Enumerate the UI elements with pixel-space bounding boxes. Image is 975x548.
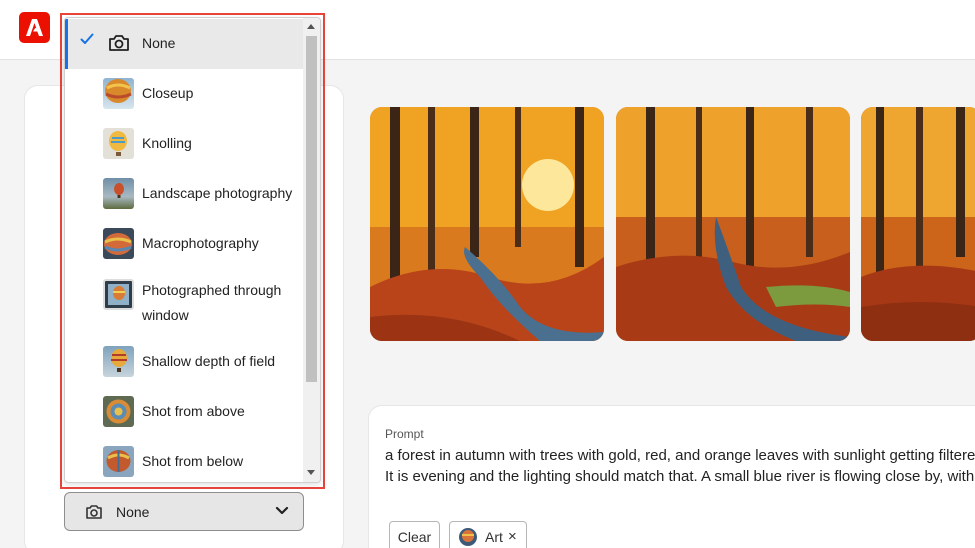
prompt-title: Prompt bbox=[385, 427, 424, 441]
prompt-text-line-1: a forest in autumn with trees with gold,… bbox=[385, 447, 975, 464]
photo-style-select[interactable]: None bbox=[64, 492, 304, 531]
menu-item-label-continued: window bbox=[142, 307, 189, 323]
prompt-panel: Prompt a forest in autumn with trees wit… bbox=[368, 405, 975, 548]
scroll-down-arrow-icon[interactable] bbox=[307, 470, 315, 475]
menu-item-knolling[interactable]: Knolling bbox=[66, 119, 303, 169]
adobe-firefly-logo-icon[interactable] bbox=[19, 12, 50, 43]
photo-style-dropdown-menu: None Closeup Knolling Landscape photogra… bbox=[64, 17, 321, 483]
generated-image-3[interactable] bbox=[861, 107, 975, 341]
menu-item-label: Shallow depth of field bbox=[142, 353, 276, 369]
landscape-balloon-thumbnail bbox=[103, 178, 134, 209]
camera-icon bbox=[86, 505, 102, 519]
menu-item-none[interactable]: None bbox=[65, 19, 303, 69]
shallow-dof-balloon-thumbnail bbox=[103, 346, 134, 377]
closeup-balloon-thumbnail bbox=[103, 78, 134, 109]
menu-item-shot-from-below[interactable]: Shot from below bbox=[66, 437, 303, 482]
checkmark-icon bbox=[80, 33, 94, 44]
generated-image-1[interactable] bbox=[370, 107, 604, 341]
menu-item-shallow-depth-of-field[interactable]: Shallow depth of field bbox=[66, 337, 303, 387]
shot-above-balloon-thumbnail bbox=[103, 396, 134, 427]
generated-image-2[interactable] bbox=[616, 107, 850, 341]
menu-item-shot-from-above[interactable]: Shot from above bbox=[66, 387, 303, 437]
art-style-chip[interactable]: Art × bbox=[449, 521, 527, 548]
menu-item-closeup[interactable]: Closeup bbox=[66, 69, 303, 119]
menu-item-landscape-photography[interactable]: Landscape photography bbox=[66, 169, 303, 219]
dropdown-scrollbar[interactable] bbox=[303, 18, 320, 482]
scrollbar-thumb[interactable] bbox=[306, 36, 317, 382]
menu-item-macrophotography[interactable]: Macrophotography bbox=[66, 219, 303, 269]
macro-balloon-thumbnail bbox=[103, 228, 134, 259]
menu-item-photographed-through-window[interactable]: Photographed through window bbox=[66, 269, 303, 337]
camera-icon bbox=[109, 35, 129, 51]
scroll-up-arrow-icon[interactable] bbox=[307, 24, 315, 29]
art-chip-thumbnail bbox=[459, 528, 477, 546]
menu-item-label: Landscape photography bbox=[142, 185, 293, 201]
menu-item-label: Macrophotography bbox=[142, 235, 259, 251]
knolling-balloon-thumbnail bbox=[103, 128, 134, 159]
shot-below-balloon-thumbnail bbox=[103, 446, 134, 477]
window-balloon-thumbnail bbox=[103, 279, 134, 310]
prompt-input[interactable]: a forest in autumn with trees with gold,… bbox=[385, 445, 975, 487]
prompt-text-line-2: It is evening and the lighting should ma… bbox=[385, 468, 975, 485]
menu-item-label: None bbox=[142, 35, 176, 51]
menu-item-label: Photographed through bbox=[142, 282, 282, 298]
photo-style-select-value: None bbox=[116, 504, 150, 520]
chevron-down-icon bbox=[275, 506, 289, 515]
menu-item-label: Shot from above bbox=[142, 403, 245, 419]
clear-button[interactable]: Clear bbox=[389, 521, 440, 548]
menu-item-label: Closeup bbox=[142, 85, 194, 101]
menu-item-label: Shot from below bbox=[142, 453, 244, 469]
art-chip-label: Art bbox=[485, 529, 503, 545]
remove-chip-icon[interactable]: × bbox=[508, 528, 517, 545]
menu-item-label: Knolling bbox=[142, 135, 192, 151]
